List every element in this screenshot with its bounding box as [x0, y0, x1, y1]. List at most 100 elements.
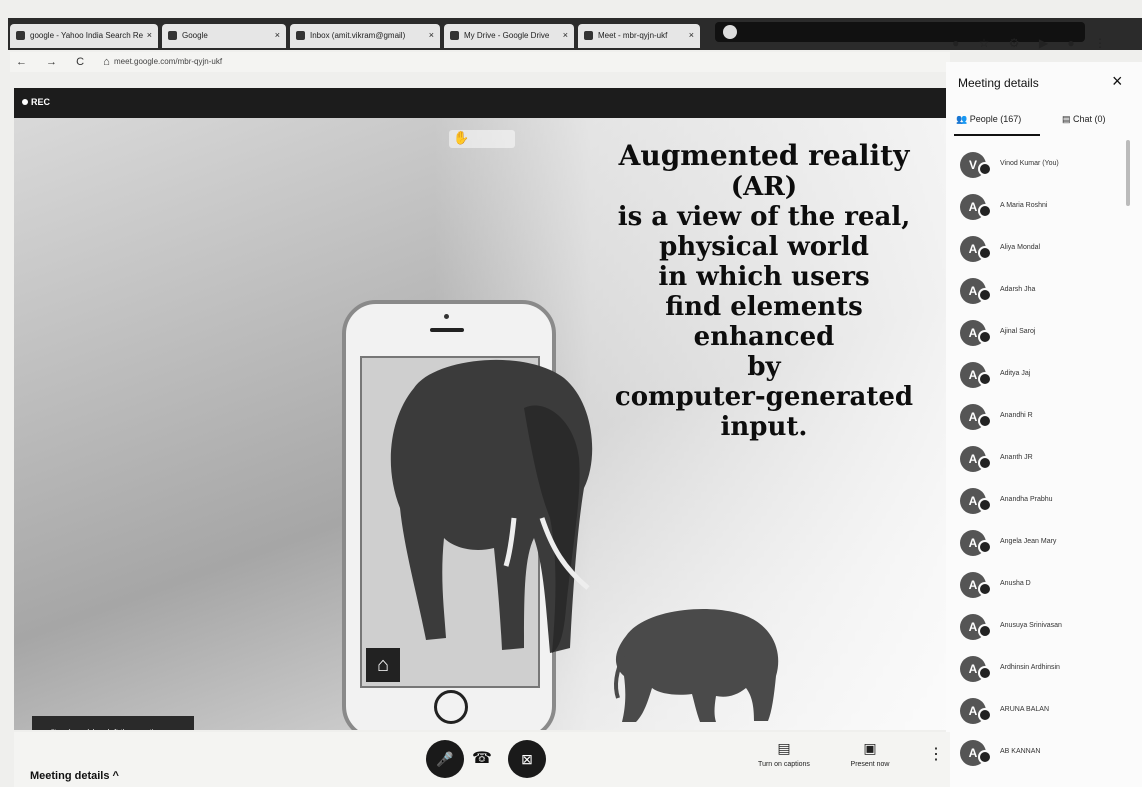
list-item[interactable]: A Adarsh Jha [960, 276, 1136, 310]
close-tab-icon[interactable]: × [563, 30, 568, 40]
list-item[interactable]: A Anandha Prabhu [960, 486, 1136, 520]
browser-tab-active[interactable]: Meet - mbr-qyjn-ukf × [578, 24, 700, 48]
present-label: Present now [850, 761, 890, 768]
participant-name: Ananth JR [1000, 454, 1033, 461]
url-text[interactable]: meet.google.com/mbr-qyjn-ukf [114, 57, 222, 66]
list-item[interactable]: V Vinod Kumar (You) [960, 150, 1136, 184]
recording-indicator: REC [22, 97, 50, 107]
phone-camera [444, 314, 449, 319]
list-item[interactable]: A Anusha D [960, 570, 1136, 604]
slide-line: physical world [659, 232, 869, 262]
list-item[interactable]: A Angela Jean Mary [960, 528, 1136, 562]
slide-line: computer-generated [614, 382, 914, 412]
mic-status-icon [978, 666, 992, 680]
mic-toggle-button[interactable]: 🎤 [426, 740, 464, 778]
mic-status-icon [978, 330, 992, 344]
address-bar[interactable]: ← → C ⌂ meet.google.com/mbr-qyjn-ukf [10, 52, 950, 72]
slide-line: in which users [658, 262, 870, 292]
slide-line: (AR) [730, 172, 798, 202]
new-tab-icon[interactable] [723, 25, 737, 39]
tab-label: Inbox (amit.vikram@gmail) [310, 31, 406, 40]
mic-status-icon [978, 498, 992, 512]
participant-name: Anusuya Srinivasan [1000, 622, 1062, 629]
list-item[interactable]: A A Maria Roshni [960, 192, 1136, 226]
slide-line: input. [720, 412, 808, 442]
chat-icon: ▤ [1062, 114, 1074, 124]
meet-bottom-bar: Meeting details ^ 🎤 ☎ ⊠ ▤ Turn on captio… [14, 732, 950, 787]
active-tab-indicator [954, 134, 1040, 136]
favicon-icon [296, 31, 305, 40]
list-item[interactable]: A Ardhinsin Ardhinsin [960, 654, 1136, 688]
participant-name: Ajinal Saroj [1000, 328, 1036, 335]
tab-people-label: People (167) [969, 114, 1022, 124]
meeting-details-toggle[interactable]: Meeting details ^ [30, 770, 119, 782]
favicon-icon [584, 31, 593, 40]
close-tab-icon[interactable]: × [147, 30, 152, 40]
tab-people[interactable]: 👥 People (167) [956, 114, 1021, 125]
browser-tab[interactable]: Google × [162, 24, 286, 48]
elephant-illustration [390, 359, 593, 653]
nav-buttons[interactable]: ← → C ⌂ [16, 56, 118, 68]
participant-name: Adarsh Jha [1000, 286, 1036, 293]
participant-name: Anandhi R [1000, 412, 1033, 419]
close-icon[interactable]: × [1112, 71, 1123, 92]
mic-off-icon: 🎤 [436, 751, 454, 767]
browser-extension-icons[interactable]: ● ☆ ⚙ ▶ ● ⋮ [952, 36, 1114, 50]
meet-stage: REC ✋ Augmented reality (AR) is a view o… [14, 88, 950, 730]
raise-hand-icon[interactable]: ✋ [453, 130, 469, 146]
present-now-button[interactable]: ▣ Present now [840, 740, 900, 768]
phone-icon: ☎ [472, 750, 492, 767]
participant-name: Anusha D [1000, 580, 1031, 587]
participant-name: Aditya Jaj [1000, 370, 1031, 377]
mic-status-icon [978, 372, 992, 386]
mic-status-icon [978, 582, 992, 596]
participant-name: A Maria Roshni [1000, 202, 1048, 209]
notification-toast: aditya (sona) has left the meeting [32, 716, 194, 730]
screen: google - Yahoo India Search Re × Google … [0, 0, 1142, 787]
captions-label: Turn on captions [758, 761, 810, 768]
browser-tab[interactable]: My Drive - Google Drive × [444, 24, 574, 48]
list-item[interactable]: A Aliya Mondal [960, 234, 1136, 268]
tab-chat-label: Chat (0) [1073, 114, 1106, 124]
mic-status-icon [978, 750, 992, 764]
mic-status-icon [978, 708, 992, 722]
mic-status-icon [978, 288, 992, 302]
list-item[interactable]: A Anandhi R [960, 402, 1136, 436]
phone-home-button [434, 690, 468, 724]
list-item[interactable]: A Anusuya Srinivasan [960, 612, 1136, 646]
slide-line: by [747, 352, 781, 382]
meeting-details-panel: Meeting details × 👥 People (167) ▤ Chat … [946, 62, 1142, 787]
list-item[interactable]: A ARUNA BALAN [960, 696, 1136, 730]
hang-up-button[interactable]: ☎ [472, 748, 492, 768]
mic-status-icon [978, 414, 992, 428]
browser-tab[interactable]: google - Yahoo India Search Re × [10, 24, 158, 48]
mic-status-icon [978, 246, 992, 260]
favicon-icon [168, 31, 177, 40]
list-item[interactable]: A Aditya Jaj [960, 360, 1136, 394]
tab-label: Google [182, 31, 208, 40]
slide-line: Augmented reality [618, 139, 910, 172]
participant-name: AB KANNAN [1000, 748, 1041, 755]
people-icon: 👥 [956, 114, 970, 124]
list-item[interactable]: A Ananth JR [960, 444, 1136, 478]
tab-label: google - Yahoo India Search Re [30, 31, 144, 40]
list-item[interactable]: A AB KANNAN [960, 738, 1136, 772]
presenter-controls[interactable]: ✋ [449, 130, 515, 148]
camera-off-icon: ⊠ [521, 751, 533, 767]
tab-label: Meet - mbr-qyjn-ukf [598, 31, 668, 40]
meet-top-bar: REC [14, 88, 950, 118]
list-item[interactable]: A Ajinal Saroj [960, 318, 1136, 352]
participant-name: Anandha Prabhu [1000, 496, 1053, 503]
slide-line: find elements [665, 292, 863, 322]
panel-title: Meeting details [958, 76, 1039, 90]
browser-tab[interactable]: Inbox (amit.vikram@gmail) × [290, 24, 440, 48]
captions-icon: ▤ [777, 740, 791, 756]
camera-toggle-button[interactable]: ⊠ [508, 740, 546, 778]
captions-button[interactable]: ▤ Turn on captions [754, 740, 814, 768]
close-tab-icon[interactable]: × [689, 30, 694, 40]
more-options-icon[interactable]: ⋮ [928, 744, 944, 764]
close-tab-icon[interactable]: × [429, 30, 434, 40]
close-tab-icon[interactable]: × [275, 30, 280, 40]
phone-speaker [430, 328, 464, 332]
tab-chat[interactable]: ▤ Chat (0) [1062, 114, 1106, 125]
